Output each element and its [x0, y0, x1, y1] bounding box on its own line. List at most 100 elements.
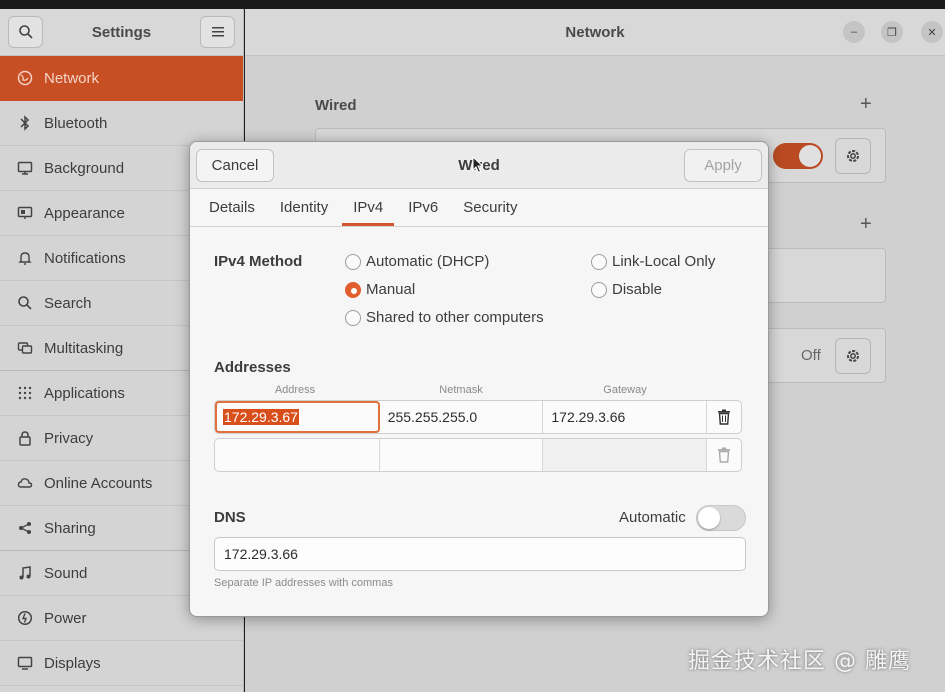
cloud-icon [16, 474, 34, 492]
tab-identity[interactable]: Identity [269, 189, 339, 226]
top-bar [0, 0, 945, 9]
gear-icon [847, 350, 859, 362]
proxy-settings-button[interactable] [835, 338, 871, 374]
method-manual-radio[interactable]: Manual [345, 281, 415, 298]
sidebar-item-label: Search [44, 294, 92, 312]
sidebar-item-label: Sharing [44, 519, 96, 537]
multitasking-icon [16, 339, 34, 357]
sidebar-item-displays[interactable]: Displays [0, 641, 243, 686]
tab-details[interactable]: Details [198, 189, 266, 226]
radio-label: Manual [366, 281, 416, 298]
dns-label: DNS [214, 509, 246, 526]
delete-row-button[interactable] [707, 401, 741, 433]
radio-label: Shared to other computers [366, 309, 544, 326]
sidebar-item-label: Power [44, 609, 87, 627]
sidebar-item-label: Bluetooth [44, 114, 108, 132]
tab-ipv4[interactable]: IPv4 [342, 189, 395, 226]
minimize-button[interactable]: – [843, 21, 865, 43]
gateway-input[interactable] [543, 439, 708, 471]
sidebar-item-label: Appearance [44, 204, 125, 222]
apply-button[interactable]: Apply [684, 148, 762, 182]
address-input[interactable] [215, 439, 380, 471]
share-icon [16, 519, 34, 537]
sidebar-item-label: Applications [44, 384, 125, 402]
gear-icon [847, 150, 859, 162]
ipv4-panel: IPv4 Method Automatic (DHCP) Manual Shar… [190, 227, 768, 616]
method-automatic-radio[interactable]: Automatic (DHCP) [345, 253, 489, 270]
power-icon [16, 609, 34, 627]
radio-label: Automatic (DHCP) [366, 253, 490, 270]
sidebar-item-label: Notifications [44, 249, 126, 267]
addresses-label: Addresses [214, 359, 291, 376]
page-title: Network [565, 23, 625, 41]
radio-indicator [345, 253, 361, 270]
cancel-button[interactable]: Cancel [196, 148, 274, 182]
radio-indicator [591, 253, 607, 270]
search-button[interactable] [8, 16, 43, 48]
delete-row-button[interactable] [707, 439, 741, 471]
netmask-input[interactable] [380, 439, 544, 471]
tab-security[interactable]: Security [452, 189, 528, 226]
maximize-button[interactable]: ❐ [881, 21, 903, 43]
radio-indicator [345, 281, 361, 298]
column-header-netmask: Netmask [439, 384, 483, 396]
sidebar-item-label: Multitasking [44, 339, 124, 357]
close-icon: ✕ [927, 26, 937, 39]
menu-button[interactable] [200, 16, 235, 48]
sidebar-item-label: Sound [44, 564, 88, 582]
dns-automatic-switch[interactable] [696, 505, 746, 531]
column-header-address: Address [274, 384, 316, 396]
radio-label: Disable [612, 281, 663, 298]
sidebar-item-network[interactable]: Network [0, 56, 243, 101]
sidebar-item-label: Privacy [44, 429, 94, 447]
dns-automatic-label: Automatic [619, 509, 686, 526]
wired-dialog: Cancel Wired Apply Details Identity IPv4… [189, 141, 769, 617]
tab-ipv6[interactable]: IPv6 [397, 189, 449, 226]
method-disable-radio[interactable]: Disable [591, 281, 662, 298]
grid-icon [16, 384, 34, 402]
trash-icon [718, 409, 731, 425]
search-icon [18, 25, 33, 39]
search-icon [16, 294, 34, 312]
add-wired-icon[interactable]: + [860, 93, 872, 116]
radio-label: Link-Local Only [612, 253, 716, 270]
background-icon [16, 159, 34, 177]
mouse-cursor-icon [472, 156, 484, 174]
address-input[interactable]: 172.29.3.67 [215, 401, 380, 433]
radio-indicator [345, 309, 361, 326]
wired-section-label: Wired [315, 97, 357, 114]
table-row [214, 438, 742, 472]
minimize-icon: – [850, 26, 858, 38]
dns-hint: Separate IP addresses with commas [214, 577, 393, 589]
appearance-icon [16, 204, 34, 222]
proxy-status: Off [801, 347, 821, 364]
sidebar-header: Settings [0, 9, 243, 56]
address-value: 172.29.3.67 [223, 409, 299, 425]
trash-icon [718, 447, 731, 463]
add-vpn-icon[interactable]: + [860, 213, 872, 236]
watermark: 掘金技术社区 @ 雕鹰 [688, 649, 911, 674]
sidebar-item-bluetooth[interactable]: Bluetooth [0, 101, 243, 146]
main-header: Network – ❐ ✕ [245, 9, 945, 56]
wired-toggle[interactable] [773, 143, 823, 169]
dns-input[interactable]: 172.29.3.66 [214, 537, 746, 571]
dialog-tabs: Details Identity IPv4 IPv6 Security [190, 189, 768, 227]
gateway-input[interactable]: 172.29.3.66 [543, 401, 708, 433]
method-shared-radio[interactable]: Shared to other computers [345, 309, 544, 326]
sidebar-item-label: Network [44, 69, 100, 87]
bell-icon [16, 249, 34, 267]
netmask-input[interactable]: 255.255.255.0 [380, 401, 544, 433]
hamburger-icon [211, 27, 224, 37]
sidebar-title: Settings [91, 23, 152, 41]
network-icon [16, 69, 34, 87]
column-header-gateway: Gateway [603, 384, 647, 396]
display-icon [16, 654, 34, 672]
wired-settings-button[interactable] [835, 138, 871, 174]
sidebar-item-label: Displays [44, 654, 101, 672]
radio-indicator [591, 281, 607, 298]
method-link-local-radio[interactable]: Link-Local Only [591, 253, 715, 270]
bluetooth-icon [16, 114, 34, 132]
close-button[interactable]: ✕ [921, 21, 943, 43]
table-row: 172.29.3.67 255.255.255.0 172.29.3.66 [214, 400, 742, 434]
sidebar-item-label: Background [44, 159, 125, 177]
